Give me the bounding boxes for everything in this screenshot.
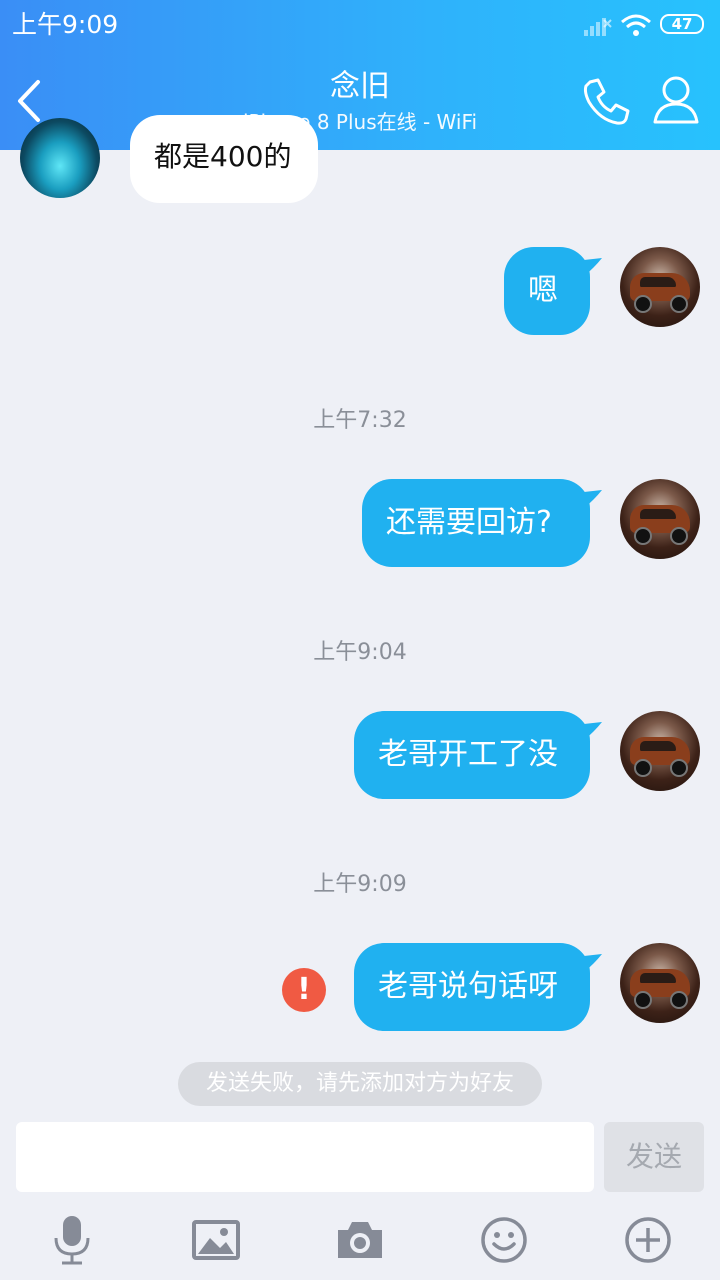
timestamp: 上午7:32 — [313, 408, 407, 433]
send-failed-icon[interactable]: ! — [282, 968, 326, 1012]
battery-indicator: 47 — [660, 14, 704, 34]
phone-icon[interactable] — [580, 76, 632, 128]
send-failed-notice: 发送失败，请先添加对方为好友 — [178, 1062, 542, 1106]
camera-icon[interactable] — [334, 1214, 386, 1266]
signal-icon — [584, 18, 612, 36]
chat-header: 上午9:09 47 念旧 iPhone 8 Plus在线 - WiFi — [0, 0, 720, 150]
message-bubble-outgoing[interactable]: 还需要回访? — [362, 479, 590, 567]
bubble-tail — [584, 722, 602, 740]
message-text: 老哥说句话呀 — [378, 969, 558, 1004]
status-time: 上午9:09 — [12, 10, 119, 39]
my-avatar[interactable] — [620, 247, 700, 327]
my-avatar[interactable] — [620, 943, 700, 1023]
profile-icon[interactable] — [652, 74, 700, 126]
image-icon[interactable] — [190, 1214, 242, 1266]
message-bubble-outgoing[interactable]: 老哥开工了没 — [354, 711, 590, 799]
bubble-tail — [584, 258, 602, 276]
microphone-icon[interactable] — [46, 1214, 98, 1266]
timestamp: 上午9:09 — [313, 872, 407, 897]
bubble-tail — [584, 490, 602, 508]
my-avatar[interactable] — [620, 479, 700, 559]
bubble-tail — [584, 954, 602, 972]
emoji-icon[interactable] — [478, 1214, 530, 1266]
message-input[interactable] — [16, 1122, 594, 1192]
my-avatar[interactable] — [620, 711, 700, 791]
message-bubble-incoming[interactable]: 都是400的 — [130, 115, 318, 203]
plus-icon[interactable] — [622, 1214, 674, 1266]
message-bubble-outgoing[interactable]: 老哥说句话呀 — [354, 943, 590, 1031]
contact-avatar[interactable] — [20, 118, 100, 198]
message-text: 还需要回访? — [386, 505, 552, 540]
message-text: 嗯 — [528, 273, 558, 308]
message-text: 都是400的 — [154, 140, 292, 173]
wifi-icon — [621, 14, 651, 36]
send-button[interactable]: 发送 — [604, 1122, 704, 1192]
message-text: 老哥开工了没 — [378, 737, 558, 772]
message-bubble-outgoing[interactable]: 嗯 — [504, 247, 590, 335]
timestamp: 上午9:04 — [313, 640, 407, 665]
